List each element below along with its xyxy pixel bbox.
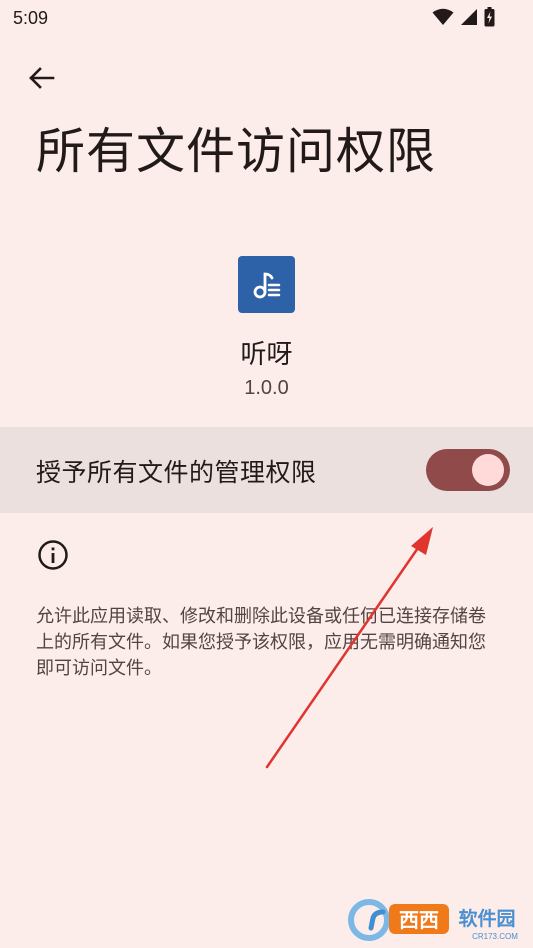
- info-icon: [38, 540, 68, 570]
- status-icons: [432, 7, 495, 27]
- svg-text:软件园: 软件园: [458, 907, 515, 930]
- watermark-logo: 西西 软件园 CR173.COM: [345, 898, 525, 942]
- permission-description: 允许此应用读取、修改和删除此设备或任何已连接存储卷上的所有文件。如果您授予该权限…: [36, 606, 486, 679]
- switch-thumb: [472, 454, 504, 486]
- page-title: 所有文件访问权限: [36, 123, 437, 180]
- battery-icon: [484, 7, 495, 27]
- status-bar: 5:09: [0, 0, 533, 36]
- back-button[interactable]: [20, 58, 62, 98]
- svg-text:CR173.COM: CR173.COM: [472, 932, 518, 941]
- app-name: 听呀: [240, 340, 293, 370]
- permission-label: 授予所有文件的管理权限: [36, 458, 317, 487]
- status-time: 5:09: [13, 8, 49, 28]
- permission-switch[interactable]: [426, 449, 510, 491]
- permission-toggle-row[interactable]: 授予所有文件的管理权限: [0, 427, 533, 513]
- wifi-icon: [432, 8, 454, 25]
- music-note-icon: [253, 272, 280, 298]
- signal-icon: [461, 9, 477, 25]
- app-icon: [238, 256, 295, 313]
- back-arrow-icon: [29, 67, 55, 89]
- app-version: 1.0.0: [244, 377, 289, 399]
- svg-text:西西: 西西: [399, 908, 439, 932]
